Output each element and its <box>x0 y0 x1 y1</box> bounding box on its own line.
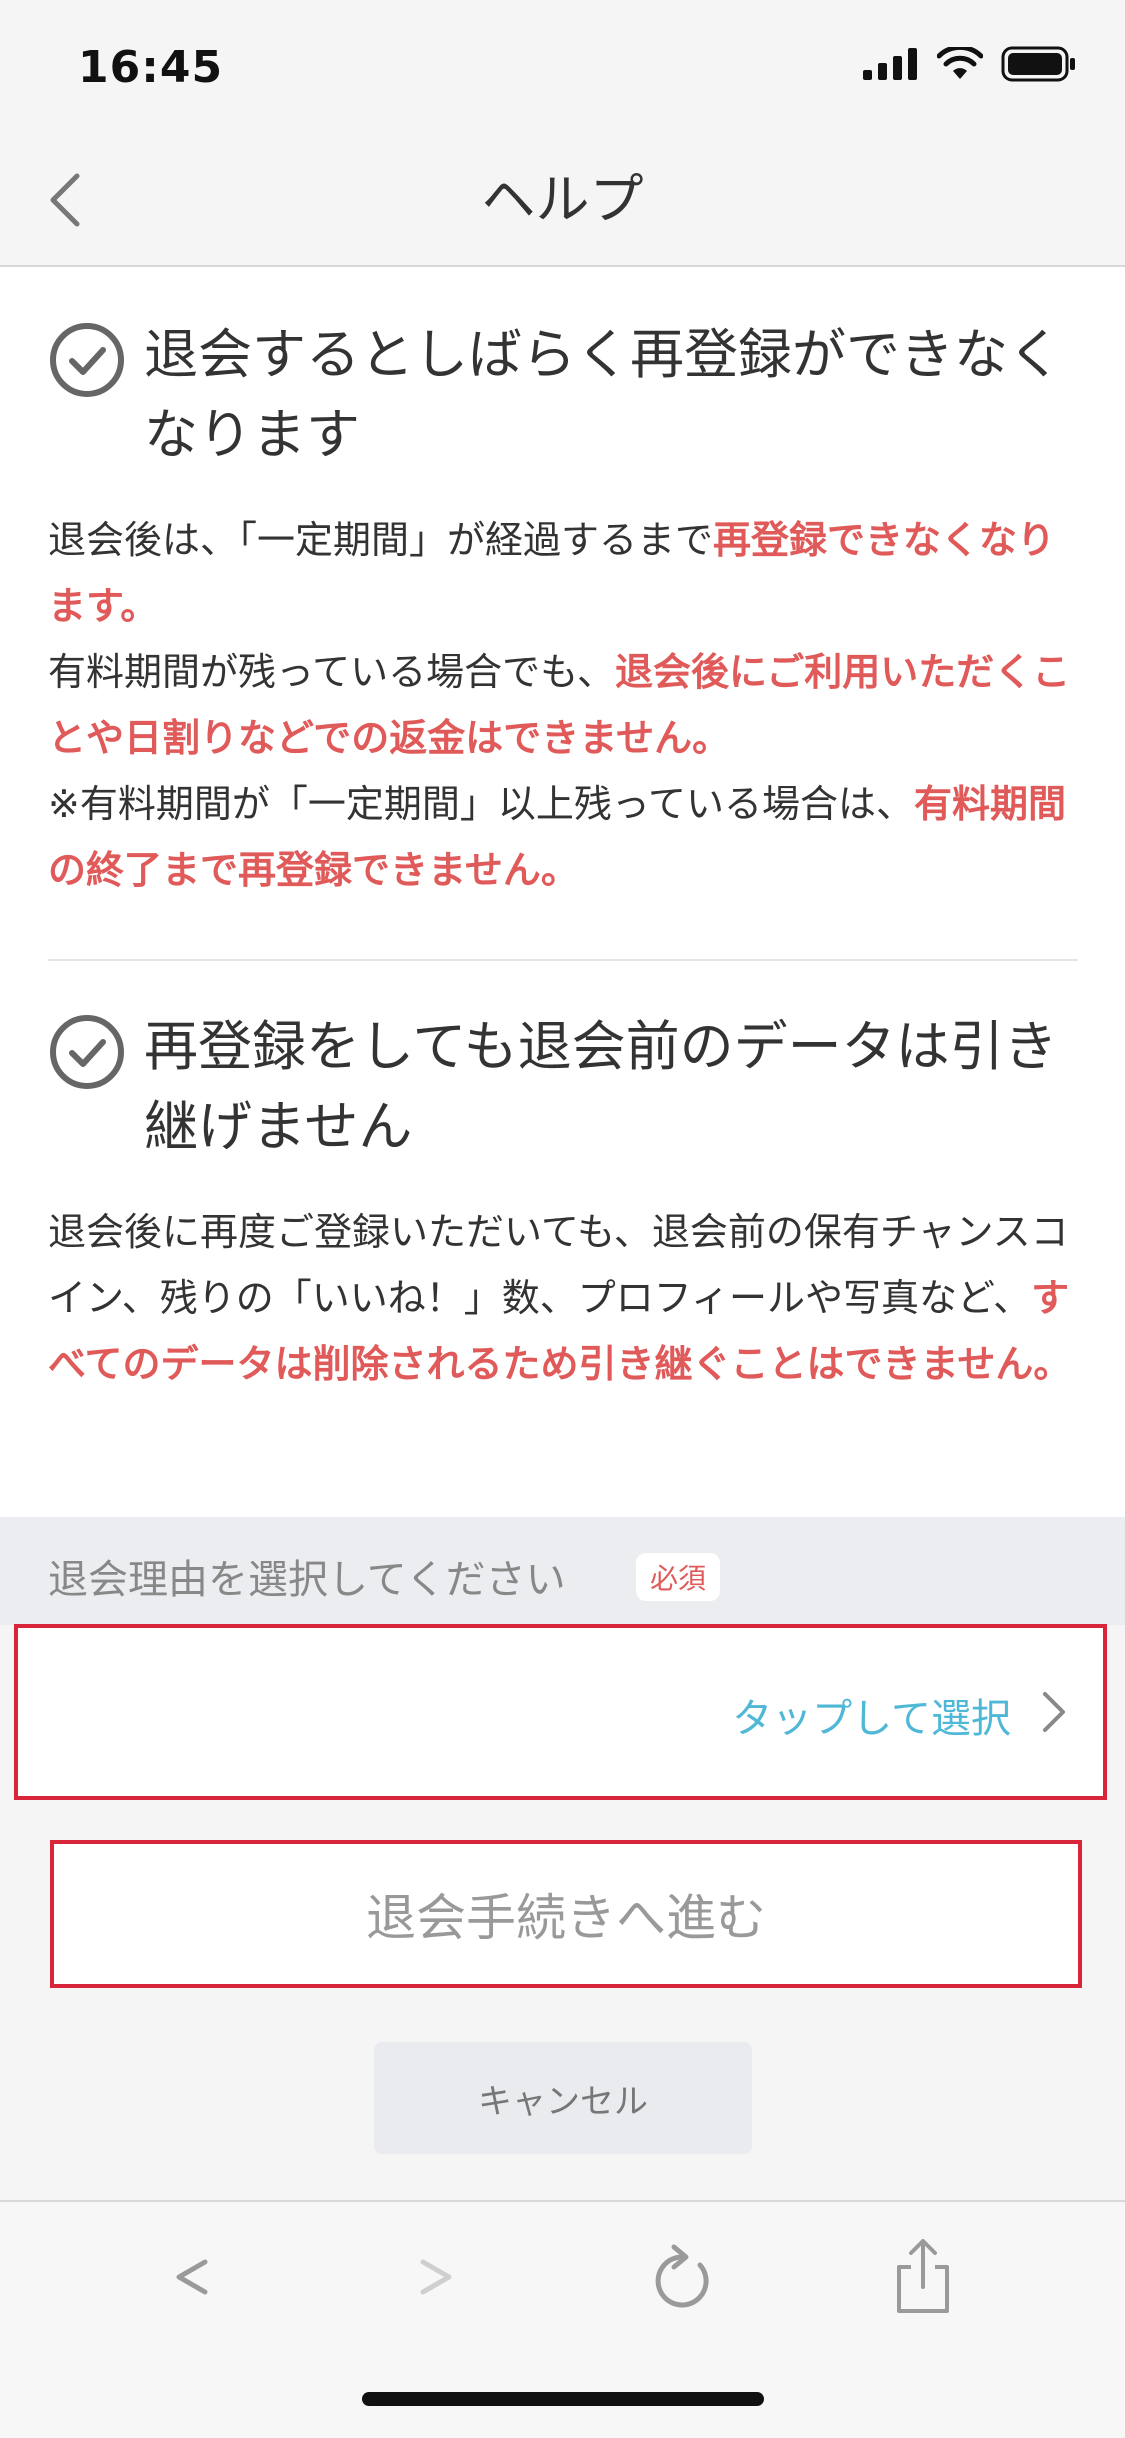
select-placeholder: タップして選択 <box>732 1696 1011 1742</box>
chevron-right-icon <box>1043 1692 1065 1732</box>
share-icon <box>897 2239 949 2313</box>
section-heading: 再登録をしても退会前のデータは引き継げません <box>48 1007 1078 1167</box>
cancel-button[interactable]: キャンセル <box>374 2042 752 2154</box>
help-content: 退会するとしばらく再登録ができなくなります 退会後は、「一定期間」が経過するまで… <box>0 267 1125 1517</box>
home-indicator <box>362 2392 764 2406</box>
reason-select[interactable]: タップして選択 <box>14 1624 1107 1800</box>
share-button[interactable] <box>878 2232 968 2322</box>
body-text: 有料期間が残っている場合でも、 <box>48 650 615 694</box>
navigation-bar: ヘルプ <box>0 135 1125 267</box>
body-text: 退会後に再度ご登録いただいても、退会前の保有チャンスコイン、残りの「いいね！」数… <box>48 1210 1069 1320</box>
heading-text: 退会するとしばらく再登録ができなくなります <box>144 323 1062 466</box>
section-divider <box>48 959 1078 961</box>
check-circle-icon <box>50 323 124 397</box>
browser-forward-button[interactable] <box>392 2232 482 2322</box>
check-circle-icon <box>50 1015 124 1089</box>
reason-label: 退会理由を選択してください <box>48 1557 566 1603</box>
arrow-left-icon <box>176 2259 208 2295</box>
battery-icon <box>1001 46 1075 82</box>
wifi-icon <box>937 47 983 79</box>
status-icons <box>863 46 1077 82</box>
section-heading: 退会するとしばらく再登録ができなくなります <box>48 315 1078 475</box>
cellular-signal-icon <box>863 48 917 80</box>
heading-text: 再登録をしても退会前のデータは引き継げません <box>144 1015 1058 1158</box>
warning-section-reregister: 退会するとしばらく再登録ができなくなります 退会後は、「一定期間」が経過するまで… <box>48 315 1078 903</box>
body-text: ※有料期間が「一定期間」以上残っている場合は、 <box>48 782 914 826</box>
warning-section-data: 再登録をしても退会前のデータは引き継げません 退会後に再度ご登録いただいても、退… <box>48 1007 1078 1397</box>
page-title: ヘルプ <box>481 168 644 231</box>
reload-button[interactable] <box>638 2232 728 2322</box>
body-text: 退会後は、「一定期間」が経過するまで <box>48 518 714 562</box>
arrow-right-icon <box>420 2259 452 2295</box>
status-time: 16:45 <box>78 42 224 93</box>
section-body: 退会後は、「一定期間」が経過するまで再登録できなくなります。 有料期間が残ってい… <box>48 507 1078 903</box>
proceed-withdrawal-button[interactable]: 退会手続きへ進む <box>50 1840 1082 1988</box>
status-bar: 16:45 <box>0 0 1125 135</box>
browser-back-button[interactable] <box>146 2232 236 2322</box>
reload-icon <box>655 2244 709 2308</box>
required-badge: 必須 <box>636 1553 721 1601</box>
reason-header: 退会理由を選択してください 必須 <box>0 1517 1125 1625</box>
section-body: 退会後に再度ご登録いただいても、退会前の保有チャンスコイン、残りの「いいね！」数… <box>48 1199 1078 1397</box>
